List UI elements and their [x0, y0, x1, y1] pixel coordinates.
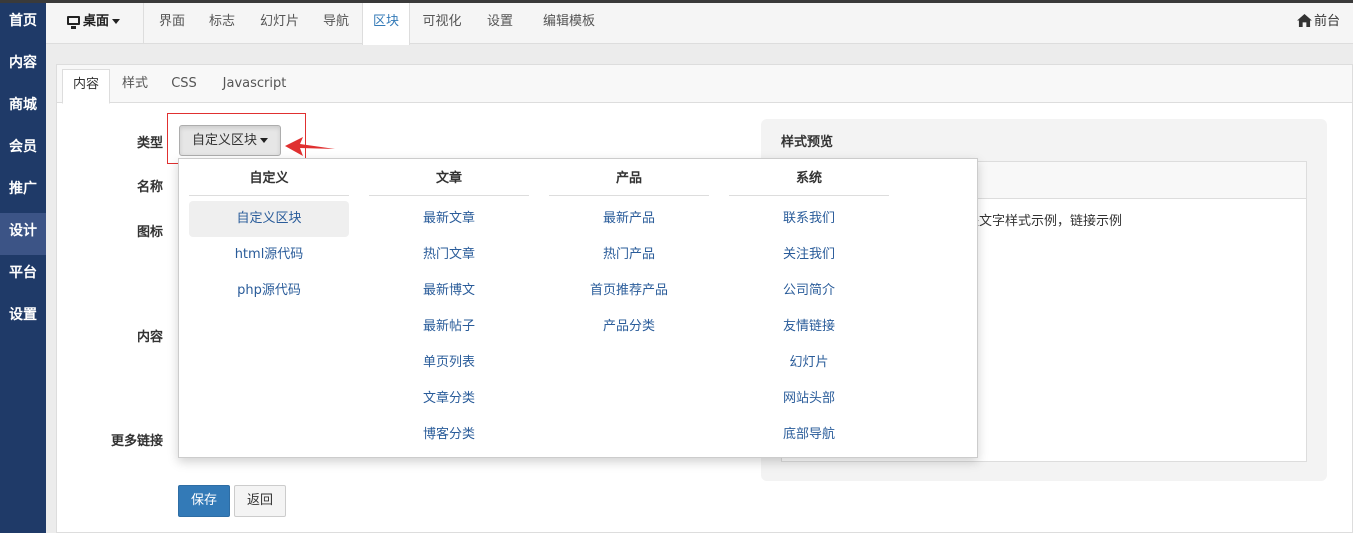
tab-interface[interactable]: 界面 — [152, 3, 192, 44]
tab-visualize[interactable]: 可视化 — [415, 3, 469, 44]
preview-sample-text: 块文字样式示例，链接示例 — [966, 214, 1123, 229]
dropdown-item[interactable]: 产品分类 — [549, 309, 709, 345]
dropdown-item[interactable]: 文章分类 — [369, 381, 529, 417]
dropdown-column-header: 产品 — [549, 159, 709, 196]
dropdown-item[interactable]: 最新博文 — [369, 273, 529, 309]
dropdown-item[interactable]: 底部导航 — [729, 417, 889, 453]
dropdown-item[interactable]: 单页列表 — [369, 345, 529, 381]
dropdown-item[interactable]: 自定义区块 — [189, 201, 349, 237]
save-button[interactable]: 保存 — [178, 485, 230, 517]
dropdown-item[interactable]: 最新文章 — [369, 201, 529, 237]
dropdown-item[interactable]: 首页推荐产品 — [549, 273, 709, 309]
sidebar-item-platform[interactable]: 平台 — [0, 255, 46, 297]
frontend-label: 前台 — [1313, 14, 1340, 29]
block-type-dropdown: 自定义 自定义区块 html源代码 php源代码 文章 最新文章 热门文章 最新… — [178, 158, 978, 458]
content-label: 内容 — [136, 330, 163, 345]
dropdown-column-products: 产品 最新产品 热门产品 首页推荐产品 产品分类 — [549, 159, 709, 345]
left-sidebar: 首页 内容 商城 会员 推广 设计 平台 设置 — [0, 3, 46, 533]
home-icon — [1297, 14, 1312, 27]
dropdown-item[interactable]: 最新帖子 — [369, 309, 529, 345]
device-label: 桌面 — [83, 14, 110, 29]
dropdown-item[interactable]: 热门产品 — [549, 237, 709, 273]
dropdown-item[interactable]: 最新产品 — [549, 201, 709, 237]
sidebar-item-promotion[interactable]: 推广 — [0, 171, 46, 213]
nav-divider — [143, 3, 144, 43]
tab-settings[interactable]: 设置 — [480, 3, 520, 44]
dropdown-column-custom: 自定义 自定义区块 html源代码 php源代码 — [189, 159, 349, 309]
sidebar-item-mall[interactable]: 商城 — [0, 87, 46, 129]
tab-edit-template[interactable]: 编辑模板 — [529, 3, 609, 44]
caret-down-icon — [260, 138, 268, 143]
dropdown-item[interactable]: 友情链接 — [729, 309, 889, 345]
tab-slideshow[interactable]: 幻灯片 — [252, 3, 307, 44]
monitor-icon — [67, 16, 80, 29]
tab-navigation[interactable]: 导航 — [316, 3, 356, 44]
tab-logo[interactable]: 标志 — [202, 3, 242, 44]
top-nav: 桌面 界面 标志 幻灯片 导航 区块 可视化 设置 编辑模板 前台 — [46, 3, 1353, 45]
type-select-button[interactable]: 自定义区块 — [179, 125, 281, 156]
back-button[interactable]: 返回 — [234, 485, 286, 517]
dropdown-item[interactable]: php源代码 — [189, 273, 349, 309]
more-link-label: 更多链接 — [110, 434, 163, 449]
icon-label: 图标 — [136, 225, 163, 240]
subtab-style[interactable]: 样式 — [115, 69, 155, 103]
dropdown-item[interactable]: 联系我们 — [729, 201, 889, 237]
frontend-link[interactable]: 前台 — [1297, 3, 1340, 41]
sidebar-item-design[interactable]: 设计 — [0, 213, 46, 255]
dropdown-item[interactable]: 幻灯片 — [729, 345, 889, 381]
dropdown-item[interactable]: 关注我们 — [729, 237, 889, 273]
preview-title: 样式预览 — [781, 135, 834, 150]
caret-down-icon — [112, 19, 121, 24]
sidebar-item-settings[interactable]: 设置 — [0, 297, 46, 339]
sidebar-item-content[interactable]: 内容 — [0, 45, 46, 87]
dropdown-item[interactable]: 网站头部 — [729, 381, 889, 417]
dropdown-column-header: 文章 — [369, 159, 529, 196]
name-label: 名称 — [136, 180, 163, 195]
dropdown-item[interactable]: 公司简介 — [729, 273, 889, 309]
sub-tabs: 内容 样式 CSS Javascript — [57, 65, 1352, 104]
sidebar-item-members[interactable]: 会员 — [0, 129, 46, 171]
sidebar-item-home[interactable]: 首页 — [0, 3, 46, 45]
subtab-css[interactable]: CSS — [164, 69, 204, 103]
dropdown-item[interactable]: 热门文章 — [369, 237, 529, 273]
red-arrow-icon — [285, 137, 335, 156]
dropdown-item[interactable]: 博客分类 — [369, 417, 529, 453]
type-select-value: 自定义区块 — [191, 133, 257, 148]
device-switcher[interactable]: 桌面 — [67, 3, 121, 43]
subtab-content[interactable]: 内容 — [62, 69, 110, 104]
dropdown-item[interactable]: html源代码 — [189, 237, 349, 273]
dropdown-column-header: 自定义 — [189, 159, 349, 196]
dropdown-column-system: 系统 联系我们 关注我们 公司简介 友情链接 幻灯片 网站头部 底部导航 — [729, 159, 889, 453]
type-label: 类型 — [136, 136, 163, 151]
dropdown-column-articles: 文章 最新文章 热门文章 最新博文 最新帖子 单页列表 文章分类 博客分类 — [369, 159, 529, 453]
tab-blocks[interactable]: 区块 — [362, 3, 410, 45]
dropdown-column-header: 系统 — [729, 159, 889, 196]
subtab-javascript[interactable]: Javascript — [217, 69, 292, 103]
